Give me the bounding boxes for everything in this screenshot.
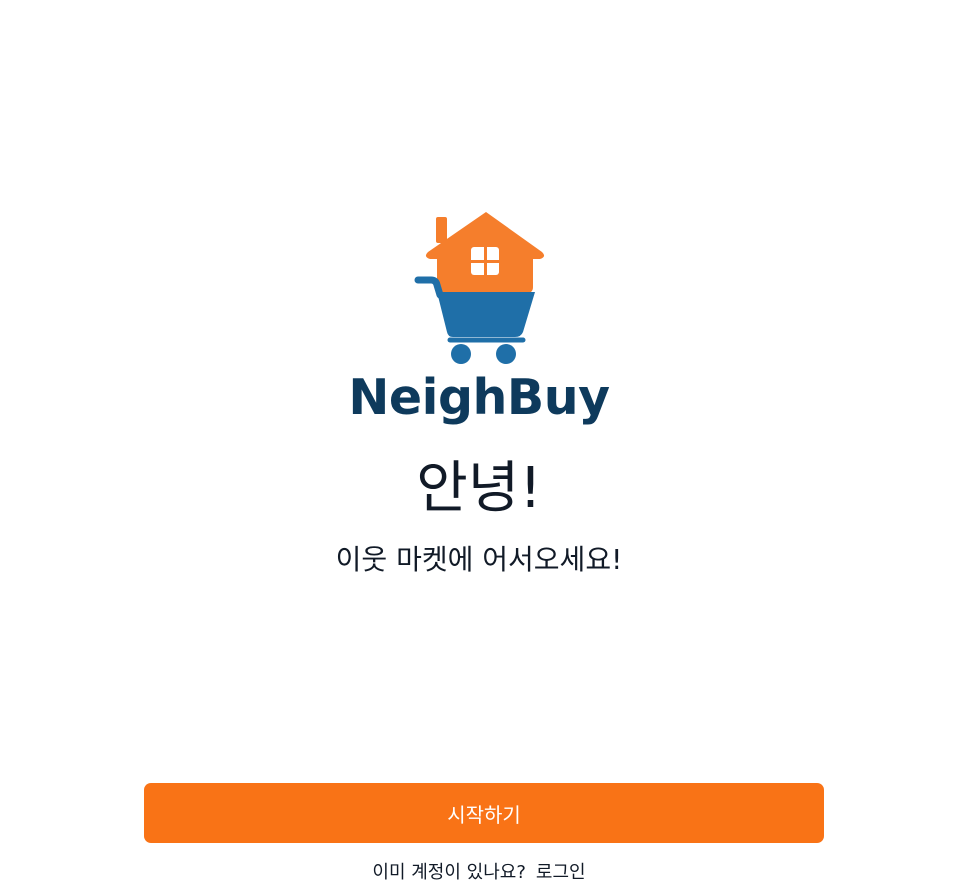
house-shopping-cart-icon bbox=[414, 212, 545, 364]
shopping-cart-icon bbox=[414, 276, 535, 364]
login-prompt-text: 이미 계정이 있나요? bbox=[372, 862, 526, 883]
login-link[interactable]: 로그인 bbox=[536, 862, 586, 883]
welcome-subtitle: 이웃 마켓에 어서오세요! bbox=[335, 543, 623, 576]
house-icon bbox=[425, 212, 545, 293]
start-button[interactable]: 시작하기 bbox=[144, 783, 824, 843]
welcome-screen: NeighBuy 안녕! 이웃 마켓에 어서오세요! 시작하기 이미 계정이 있… bbox=[0, 0, 958, 895]
login-prompt-row: 이미 계정이 있나요? 로그인 bbox=[0, 858, 958, 888]
brand-name: NeighBuy bbox=[348, 369, 610, 426]
greeting-title: 안녕! bbox=[416, 456, 542, 521]
